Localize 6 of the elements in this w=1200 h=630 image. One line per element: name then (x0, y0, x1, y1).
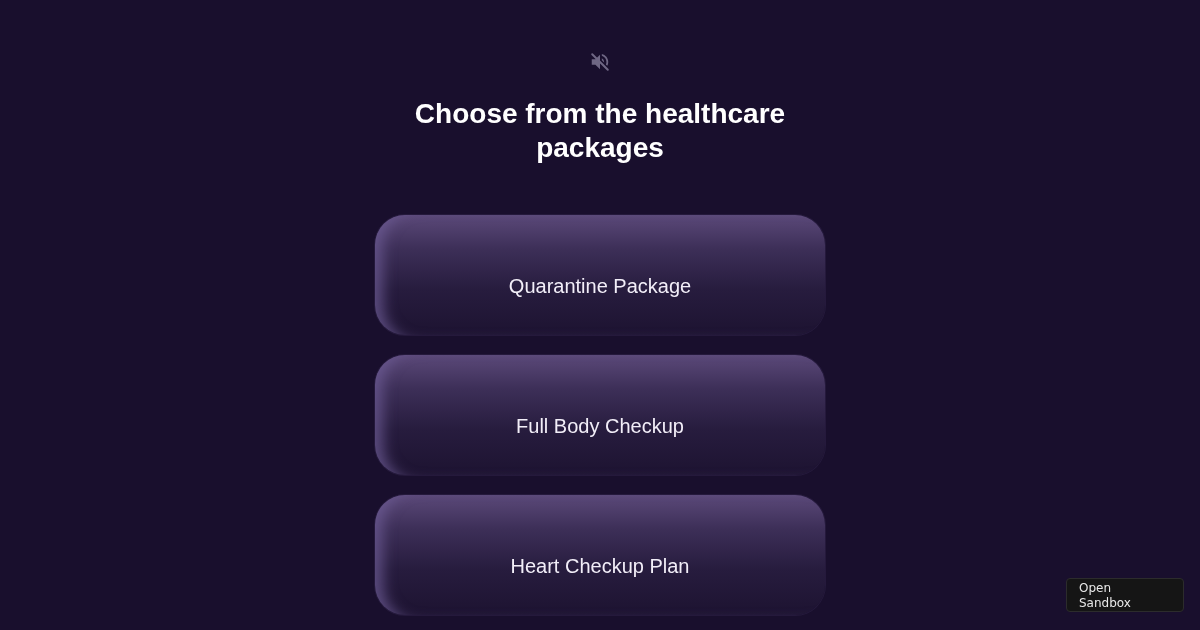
package-button[interactable]: Heart Checkup Plan (375, 495, 825, 615)
open-sandbox-button[interactable]: Open Sandbox (1066, 578, 1184, 612)
muted-speaker-icon[interactable] (589, 51, 611, 73)
package-button[interactable]: Full Body Checkup (375, 355, 825, 475)
page-title: Choose from the healthcare packages (413, 97, 787, 165)
package-button[interactable]: Quarantine Package (375, 215, 825, 335)
